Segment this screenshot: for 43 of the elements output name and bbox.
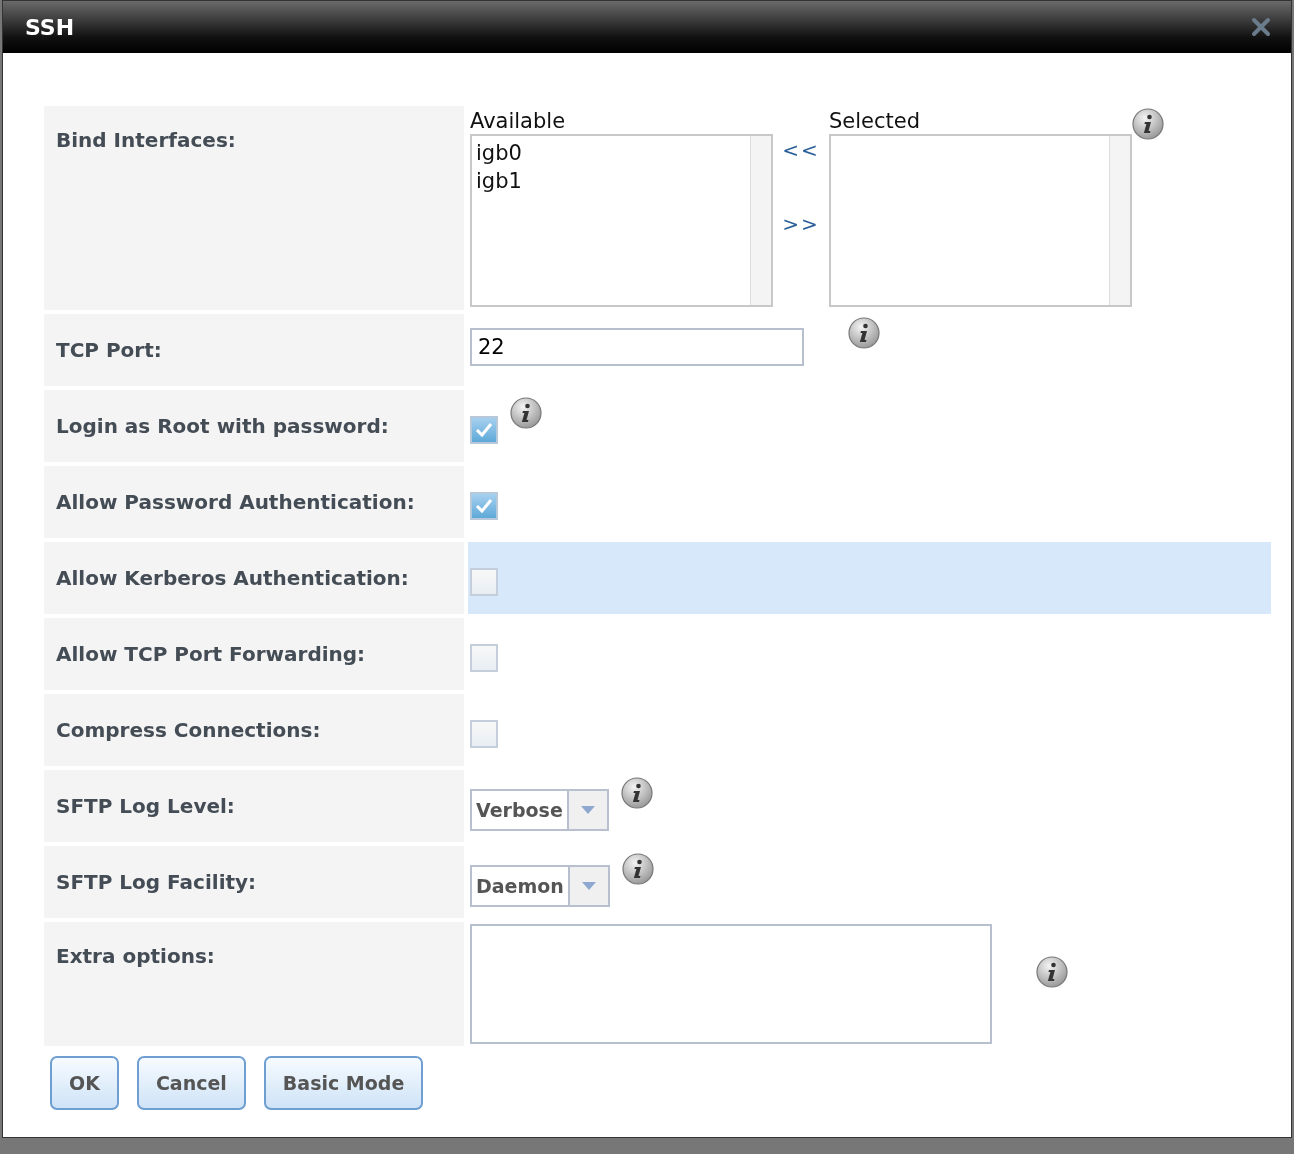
info-icon[interactable] [1132, 108, 1164, 140]
list-title: Selected [829, 108, 922, 134]
field-label: TCP Port: [56, 338, 162, 362]
field-label: Compress Connections: [56, 718, 321, 742]
field-label: Login as Root with password: [56, 414, 389, 438]
info-icon[interactable] [848, 317, 880, 349]
check-icon [474, 420, 494, 440]
dialog-title: SSH [25, 14, 75, 40]
port-input[interactable]: 22 [470, 328, 804, 366]
checkbox[interactable] [470, 644, 498, 672]
checkbox[interactable] [470, 568, 498, 596]
field-label: Bind Interfaces: [56, 128, 236, 152]
checkbox[interactable] [470, 720, 498, 748]
list-title: Available [470, 108, 567, 134]
select-dropdown[interactable]: Verbose [470, 789, 609, 831]
caret-icon [580, 806, 595, 814]
check-icon [474, 496, 494, 516]
info-icon[interactable] [621, 853, 654, 885]
field-label: Allow Password Authentication: [56, 490, 415, 514]
info-icon[interactable] [620, 777, 653, 809]
field-label: Allow TCP Port Forwarding: [56, 642, 366, 666]
scrollbar[interactable] [1109, 136, 1130, 305]
field-label: SFTP Log Level: [56, 794, 235, 818]
field-label: Allow Kerberos Authentication: [56, 566, 409, 590]
info-icon[interactable] [510, 397, 542, 429]
available-list[interactable]: igb0 igb1 [470, 134, 773, 307]
caret-icon [581, 882, 596, 890]
scrollbar[interactable] [750, 136, 771, 305]
dialog-button[interactable]: OK [50, 1056, 119, 1110]
field-label: Extra options: [56, 944, 215, 968]
list-item[interactable]: igb1 [476, 167, 746, 195]
info-icon[interactable] [1036, 956, 1068, 988]
remove-link[interactable]: << [782, 138, 820, 162]
field-label: SFTP Log Facility: [56, 870, 257, 894]
list-item[interactable]: igb0 [476, 139, 746, 167]
extra-options-textarea[interactable] [470, 924, 992, 1044]
dialog-button[interactable]: Basic Mode [263, 1056, 424, 1110]
close-icon[interactable] [1251, 17, 1271, 37]
add-link[interactable]: >> [782, 212, 820, 236]
select-dropdown[interactable]: Daemon [470, 865, 610, 907]
checkbox[interactable] [470, 416, 498, 444]
checkbox[interactable] [470, 492, 498, 520]
dialog-button[interactable]: Cancel [136, 1056, 246, 1110]
